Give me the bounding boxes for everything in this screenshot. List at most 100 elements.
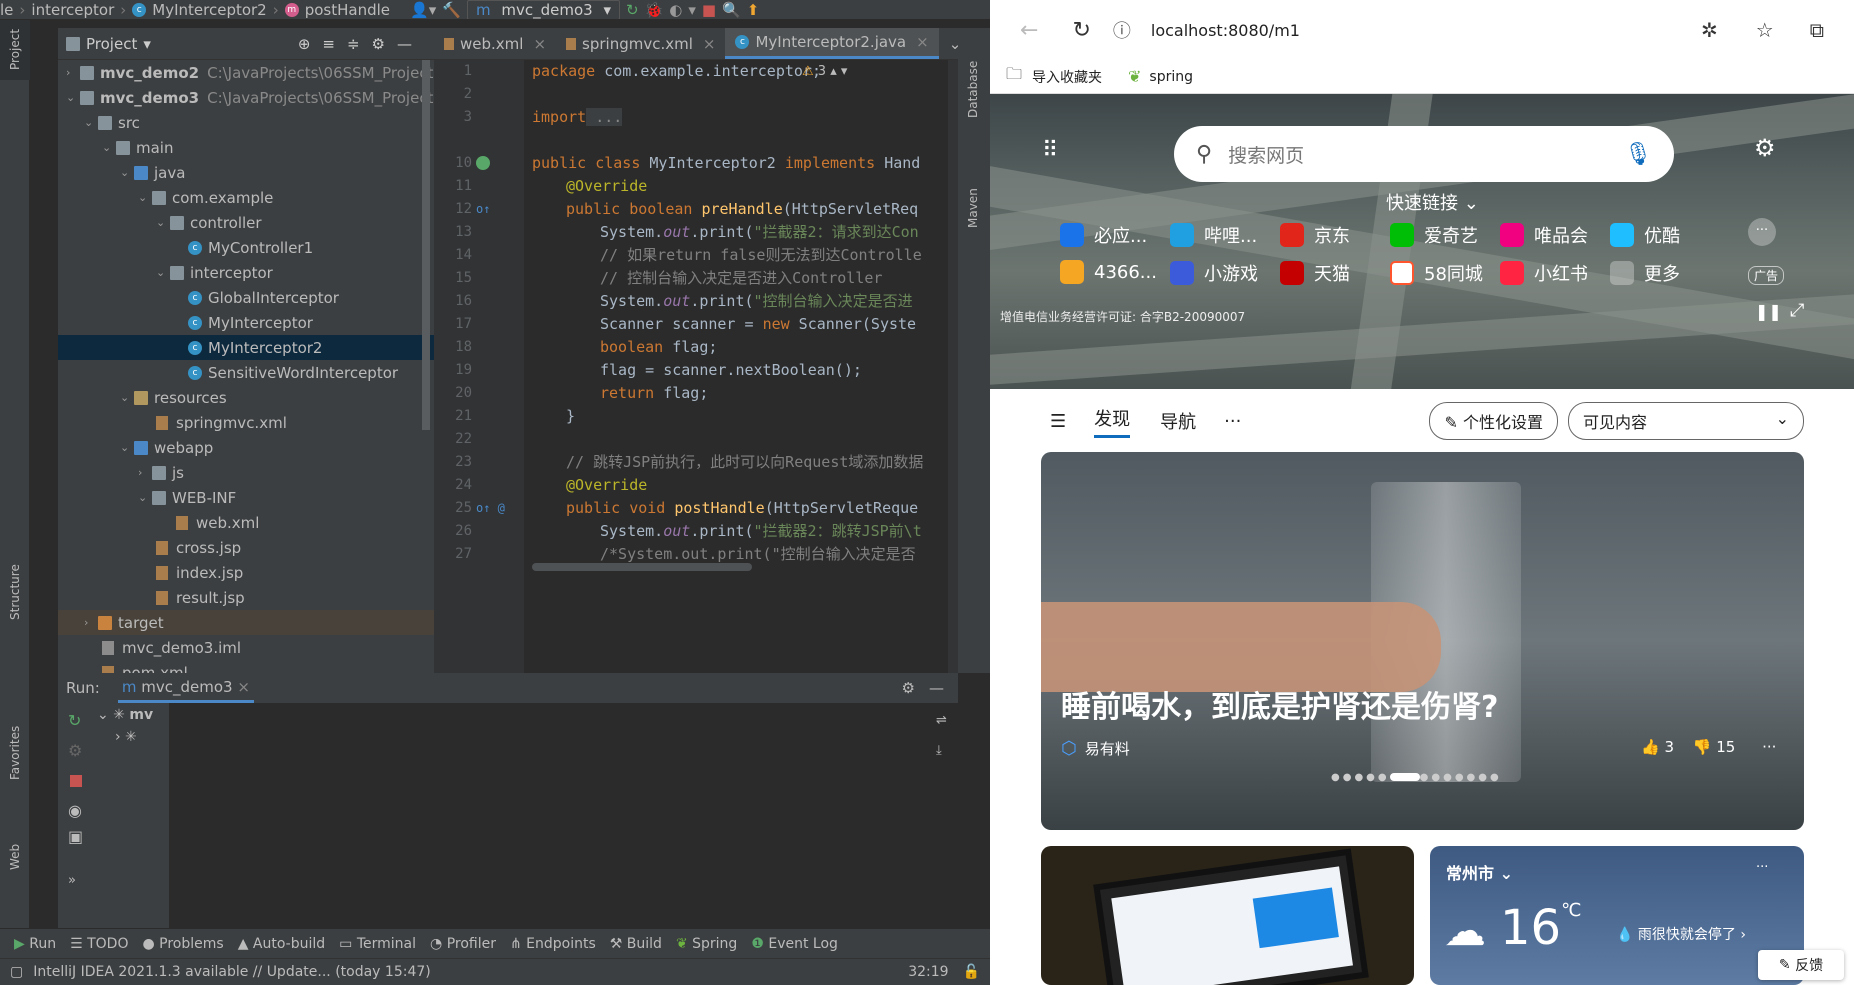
quick-link[interactable]: 京东 [1280,222,1350,248]
tab-discover[interactable]: 发现 [1094,405,1131,438]
lock-icon[interactable]: 🔓 [963,964,980,980]
run-tool-button[interactable]: ▶ Run [14,936,56,952]
coverage-icon[interactable]: ◐ [669,1,682,19]
run-config-select[interactable]: m mvc_demo3 ▾ [466,0,620,19]
quick-link[interactable]: 58同城 [1390,260,1483,286]
tab-web-xml[interactable]: web.xml × [434,28,556,59]
editor-hscrollbar[interactable] [532,563,752,571]
code-editor[interactable]: 1 2 3 10 11 12 13 14 15 16 17 18 19 20 2… [434,60,958,673]
tree-item[interactable]: › js [58,460,434,485]
weather-city[interactable]: 常州市 ⌄ [1446,860,1513,884]
tab-myinterceptor2[interactable]: c MyInterceptor2.java × [725,28,939,59]
tree-item[interactable]: ⌄ resources [58,385,434,410]
like-button[interactable]: 👍 3 [1641,738,1674,756]
web-tool-tab[interactable]: Web [8,844,22,870]
soft-wrap-icon[interactable]: ⇌ [936,713,947,728]
feedback-button[interactable]: ✎ 反馈 [1758,950,1844,980]
build-hammer-icon[interactable]: 🔨 [442,1,461,19]
fullscreen-icon[interactable]: ⤢ [1790,300,1804,321]
source[interactable]: ⬡ 易有料 [1061,738,1130,759]
visible-content-select[interactable]: 可见内容 ⌄ [1568,402,1804,440]
personalize-button[interactable]: ✎ 个性化设置 [1429,402,1558,440]
tree-item[interactable]: springmvc.xml [58,410,434,435]
tree-item[interactable]: mvc_demo3.iml [58,635,434,660]
carousel-dots[interactable]: ●●●●● ●●●●●●● [1331,772,1502,783]
rerun-icon[interactable]: ↻ [626,1,639,19]
stop-icon[interactable]: ■ [702,1,716,19]
gear-icon[interactable]: ⚙ [902,679,915,697]
debug-icon[interactable]: 🐞 [645,1,664,19]
pause-icon[interactable]: ❚❚ [1755,302,1782,321]
close-icon[interactable]: × [703,35,716,53]
tree-item[interactable]: › mvc_demo2 C:\JavaProjects\06SSM_Project [58,60,434,85]
quick-link[interactable]: 更多 [1610,260,1680,286]
tree-item[interactable]: pom.xml [58,660,434,673]
quick-link[interactable]: 4366... [1060,260,1157,284]
scroll-end-icon[interactable]: ⤓ [936,743,942,758]
tree-item[interactable]: ⌄ WEB-INF [58,485,434,510]
override-gutter-icon[interactable]: o↑ [476,202,490,216]
rerun-icon[interactable]: ↻ [68,711,81,730]
dislike-button[interactable]: 👎 15 [1693,738,1736,756]
tree-item[interactable]: c GlobalInterceptor [58,285,434,310]
microphone-icon[interactable]: 🎙 [1624,142,1652,167]
breadcrumb-3[interactable]: postHandle [305,1,390,19]
window-icon[interactable]: ▢ [10,964,23,980]
database-tool-tab[interactable]: Database [966,61,980,118]
status-message[interactable]: IntelliJ IDEA 2021.1.3 available // Upda… [33,964,430,980]
menu-icon[interactable]: ☰ [1050,411,1066,432]
endpoints-tool-button[interactable]: ⋔ Endpoints [510,936,596,952]
tree-item[interactable]: ⌄ java [58,160,434,185]
autobuild-tool-button[interactable]: ▲ Auto-build [238,936,325,952]
quick-link[interactable]: 小红书 [1500,260,1588,286]
chevron-down-icon[interactable]: ▾ [143,35,151,53]
tree-item[interactable]: ⌄ mvc_demo3 C:\JavaProjects\06SSM_Project [58,85,434,110]
run-console[interactable] [58,703,958,928]
tree-item[interactable]: web.xml [58,510,434,535]
quick-link[interactable]: 爱奇艺 [1390,222,1478,248]
address-bar[interactable]: ⓘ localhost:8080/m1 [1112,10,1613,50]
tree-item[interactable]: ⌄ com.example [58,185,434,210]
minimize-icon[interactable]: — [929,679,944,697]
breadcrumb-2[interactable]: MyInterceptor2 [152,1,266,19]
tab-springmvc-xml[interactable]: springmvc.xml × [556,28,725,59]
more-options-icon[interactable]: ··· [1756,860,1768,875]
collections-icon[interactable]: ⧉ [1810,18,1824,42]
implements-gutter-icon[interactable] [476,156,490,170]
close-icon[interactable]: × [237,678,250,696]
spring-tool-button[interactable]: ❦ Spring [676,936,737,952]
search-icon[interactable]: 🔍 [722,1,741,19]
build-tool-button[interactable]: ⚒ Build [610,936,662,952]
tree-item[interactable]: ⌄ webapp [58,435,434,460]
tree-item[interactable]: ⌄ src [58,110,434,135]
apps-grid-icon[interactable]: ⠿ [1042,138,1058,163]
favorites-tool-tab[interactable]: Favorites [8,726,22,780]
stop-icon[interactable] [70,775,82,787]
profiler-tool-button[interactable]: ◔ Profiler [430,936,496,952]
quick-link[interactable]: 必应... [1060,222,1147,248]
more-options-icon[interactable]: ··· [1762,738,1776,756]
tree-item[interactable]: index.jsp [58,560,434,585]
terminal-tool-button[interactable]: ▭ Terminal [339,936,416,952]
bookmark-spring[interactable]: spring [1149,69,1193,85]
more-run-icon[interactable]: ▾ [688,1,696,19]
expand-icon[interactable]: » [68,873,76,888]
todo-tool-button[interactable]: ☰ TODO [70,936,128,952]
extensions-icon[interactable]: ✲ [1701,18,1718,42]
tree-item[interactable]: ⌄ interceptor [58,260,434,285]
update-icon[interactable]: ⬆ [747,1,760,19]
close-icon[interactable]: × [533,35,546,53]
structure-tool-tab[interactable]: Structure [8,564,22,620]
tree-item[interactable]: c SensitiveWordInterceptor [58,360,434,385]
quick-link[interactable]: 优酷 [1610,222,1680,248]
quick-link[interactable]: 天猫 [1280,260,1350,286]
site-info-icon[interactable]: ⓘ [1113,17,1131,43]
project-tool-tab[interactable]: Project [8,29,22,70]
problems-tool-button[interactable]: ● Problems [142,936,223,952]
breadcrumb-1[interactable]: interceptor [31,1,114,19]
quick-link[interactable]: 小游戏 [1170,260,1258,286]
tab-more[interactable]: ··· [1224,411,1241,432]
tree-item[interactable]: c MyInterceptor [58,310,434,335]
warning-indicator[interactable]: ⚠ 3 ▴ ▾ [802,60,847,83]
project-toolbar-icons[interactable]: ⊕≡≑⚙— [298,35,424,53]
